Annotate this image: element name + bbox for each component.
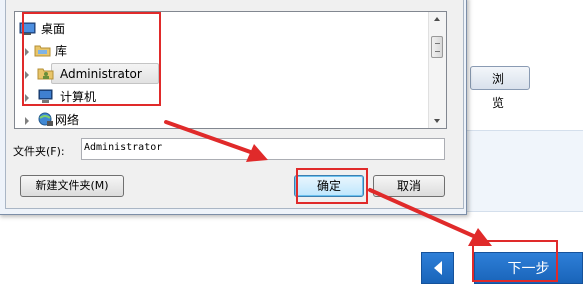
network-icon (38, 112, 53, 126)
tree-item-computer[interactable]: 计算机 (15, 86, 425, 108)
library-folder-icon (34, 45, 51, 57)
expand-arrow-icon[interactable] (25, 94, 29, 102)
browse-button[interactable]: 浏 览 (470, 66, 530, 110)
tree-item-administrator[interactable]: Administrator (15, 63, 425, 85)
ok-button[interactable]: 确定 (294, 175, 364, 197)
tree-item-desktop[interactable]: 桌面 (15, 18, 425, 40)
tree-item-label: Administrator (60, 67, 142, 81)
back-button[interactable] (421, 252, 454, 284)
scroll-down-icon[interactable] (434, 119, 440, 123)
tree-scrollbar[interactable] (428, 12, 446, 128)
tree-item-label: 库 (55, 44, 68, 58)
tree-item-network[interactable]: 网络 (15, 109, 425, 128)
folder-field-label: 文件夹(F): (13, 145, 65, 158)
scroll-thumb[interactable] (431, 36, 443, 58)
expand-arrow-icon[interactable] (25, 117, 29, 125)
computer-icon (38, 89, 53, 103)
screen: 浏 览 下一步 桌面 库 Administrator 计算机 网络 文件夹(F)… (0, 0, 583, 284)
chevron-left-icon (434, 261, 442, 275)
tree-item-label: 桌面 (41, 22, 66, 36)
new-folder-button[interactable]: 新建文件夹(M) (20, 175, 124, 197)
tree-item-label: 计算机 (60, 90, 97, 104)
user-folder-icon (37, 68, 54, 80)
desktop-icon (19, 22, 36, 35)
next-step-button[interactable]: 下一步 (474, 252, 583, 284)
background-panel (455, 130, 583, 212)
folder-tree[interactable]: 桌面 库 Administrator 计算机 网络 (14, 11, 447, 129)
cancel-button[interactable]: 取消 (373, 175, 445, 197)
expand-arrow-icon[interactable] (25, 71, 29, 79)
tree-item-label: 网络 (55, 113, 80, 127)
tree-item-library[interactable]: 库 (15, 40, 425, 62)
expand-arrow-icon[interactable] (25, 48, 29, 56)
folder-name-field[interactable]: Administrator (81, 138, 445, 160)
scroll-up-icon[interactable] (434, 17, 440, 21)
